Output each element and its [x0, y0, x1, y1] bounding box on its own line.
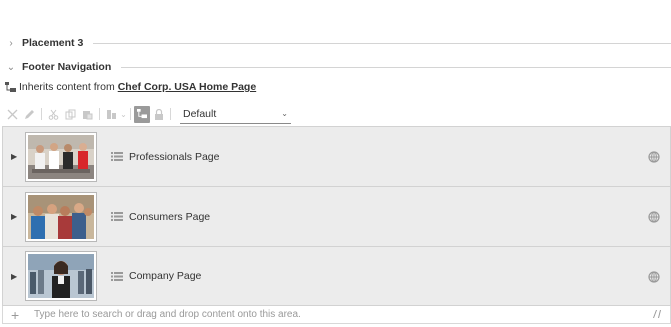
chevron-right-icon[interactable]: ›	[6, 38, 16, 49]
add-icon[interactable]: +	[11, 308, 23, 322]
inherit-info: Inherits content from Chef Corp. USA Hom…	[4, 81, 256, 93]
expand-arrow-icon[interactable]: ▶	[11, 212, 19, 221]
divider	[121, 66, 671, 68]
expand-arrow-icon[interactable]: ▶	[11, 272, 19, 281]
divider	[93, 42, 671, 44]
section-placement-3[interactable]: › Placement 3	[0, 36, 671, 50]
section-title: Footer Navigation	[22, 61, 112, 73]
page-type-icon	[111, 212, 123, 222]
thumbnail	[25, 251, 97, 301]
ai-assist-icon[interactable]	[652, 309, 662, 322]
toolbar: ⌄ Default ⌄	[4, 104, 291, 124]
chevron-down-icon[interactable]: ⌄	[120, 105, 127, 123]
lock-icon[interactable]	[150, 105, 167, 123]
thumbnail	[25, 131, 97, 182]
edit-icon[interactable]	[21, 105, 38, 123]
business-woman-crowd-image	[28, 254, 94, 298]
page-type-icon	[111, 271, 123, 281]
paste-special-icon[interactable]	[103, 105, 120, 123]
list-item[interactable]: ▶ Company Page	[2, 246, 671, 306]
item-label[interactable]: Company Page	[129, 270, 201, 282]
friends-group-image	[28, 194, 94, 239]
section-footer-navigation[interactable]: ⌄ Footer Navigation	[0, 60, 671, 74]
search-input[interactable]: Type here to search or drag and drop con…	[34, 309, 301, 320]
item-label[interactable]: Consumers Page	[129, 211, 210, 223]
chefs-kitchen-image	[28, 134, 94, 179]
toolbar-separator	[41, 108, 42, 120]
variant-select[interactable]: Default ⌄	[180, 104, 291, 124]
chevron-down-icon: ⌄	[281, 109, 288, 118]
globe-icon[interactable]	[648, 271, 660, 283]
expand-arrow-icon[interactable]: ▶	[11, 152, 19, 161]
search-drop-zone[interactable]: + Type here to search or drag and drop c…	[2, 306, 671, 324]
thumbnail	[25, 191, 97, 242]
chevron-down-icon[interactable]: ⌄	[6, 62, 16, 73]
content-list: ▶ Professionals Page ▶ Consumers Page ▶ …	[2, 126, 671, 306]
variant-select-value: Default	[183, 107, 217, 120]
paste-icon[interactable]	[79, 105, 96, 123]
list-item[interactable]: ▶ Professionals Page	[2, 126, 671, 186]
toolbar-separator	[130, 108, 131, 120]
toolbar-separator	[99, 108, 100, 120]
close-icon[interactable]	[4, 105, 21, 123]
copy-icon[interactable]	[62, 105, 79, 123]
globe-icon[interactable]	[648, 151, 660, 163]
inherit-icon	[4, 81, 16, 93]
inherit-source-link[interactable]: Chef Corp. USA Home Page	[118, 81, 256, 93]
inherit-toggle-icon[interactable]	[134, 105, 150, 123]
item-label[interactable]: Professionals Page	[129, 151, 219, 163]
page-type-icon	[111, 152, 123, 162]
inherit-prefix: Inherits content from	[19, 81, 115, 93]
toolbar-separator	[170, 108, 171, 120]
cut-icon[interactable]	[45, 105, 62, 123]
section-title: Placement 3	[22, 37, 84, 49]
list-item[interactable]: ▶ Consumers Page	[2, 186, 671, 246]
globe-icon[interactable]	[648, 211, 660, 223]
